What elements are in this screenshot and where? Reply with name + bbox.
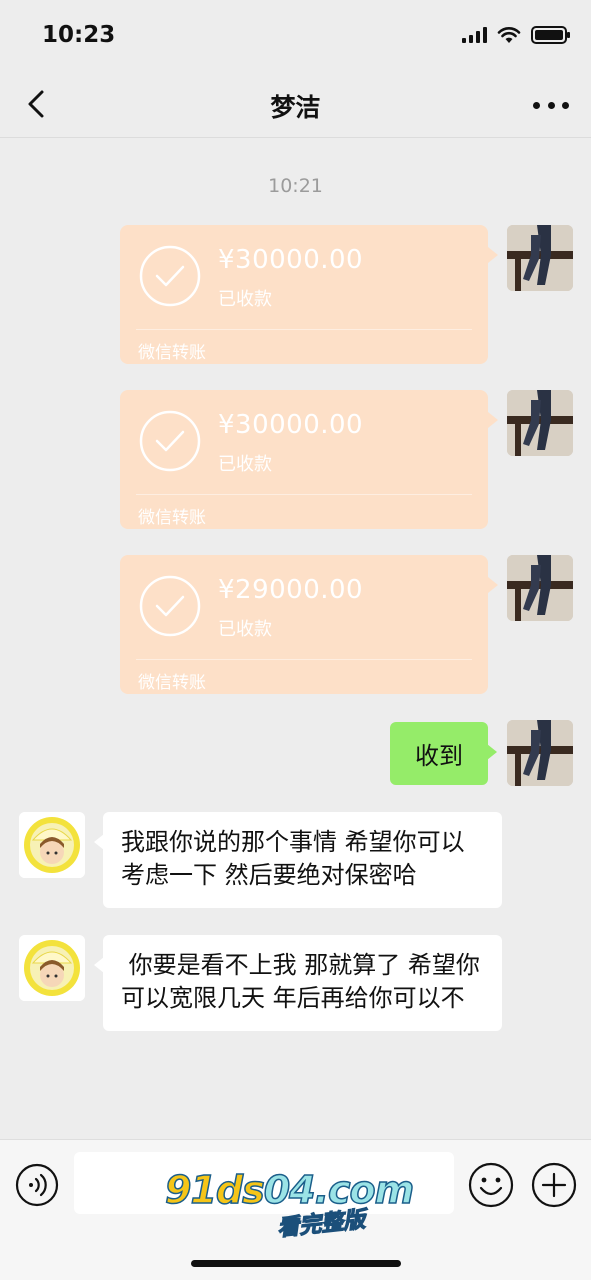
watermark-text: 91ds04.com [164, 1167, 415, 1213]
transfer-divider [136, 659, 472, 660]
more-options-button[interactable] [533, 90, 569, 120]
transfer-card[interactable]: ¥29000.00 已收款 微信转账 [120, 555, 498, 694]
more-dot [547, 101, 555, 109]
message-timestamp: 10:21 [268, 175, 323, 197]
status-time: 10:23 [42, 22, 116, 48]
chat-title: 梦洁 [270, 93, 321, 122]
contact-avatar[interactable] [19, 812, 85, 878]
more-dot [562, 101, 569, 109]
check-circle-icon [139, 410, 201, 472]
transfer-status: 已收款 [218, 619, 272, 640]
transfer-amount: ¥30000.00 [218, 245, 364, 275]
transfer-divider [136, 494, 472, 495]
emoji-icon[interactable] [468, 1162, 514, 1208]
watermark-logo: 91ds04.com 看完整版 [164, 1167, 415, 1248]
wifi-icon [497, 27, 521, 43]
cellular-signal-icon [462, 27, 487, 43]
watermark-prefix: 91ds [164, 1167, 265, 1213]
transfer-footer: 微信转账 [138, 673, 206, 693]
received-message-bubble[interactable]: 你要是看不上我 那就算了 希望你可以宽限几天 年后再给你可以不 [94, 935, 502, 1031]
status-icons [462, 26, 570, 44]
avatar-photo-icon [507, 390, 573, 456]
battery-icon [531, 26, 570, 44]
status-bar: 10:23 [0, 0, 591, 72]
transfer-divider [136, 329, 472, 330]
avatar-photo-icon [507, 225, 573, 291]
my-avatar[interactable] [507, 720, 573, 786]
check-circle-icon [139, 245, 201, 307]
voice-input-icon[interactable] [15, 1163, 59, 1207]
transfer-card[interactable]: ¥30000.00 已收款 微信转账 [120, 225, 498, 364]
cartoon-avatar-icon [19, 935, 85, 1001]
transfer-amount: ¥30000.00 [218, 410, 364, 440]
transfer-footer: 微信转账 [138, 343, 206, 363]
my-avatar[interactable] [507, 225, 573, 291]
transfer-amount: ¥29000.00 [218, 575, 364, 605]
plus-icon[interactable] [531, 1162, 577, 1208]
home-indicator [191, 1260, 401, 1267]
transfer-status: 已收款 [218, 454, 272, 475]
more-dot [533, 101, 540, 109]
nav-bar: 梦洁 [0, 72, 591, 138]
my-avatar[interactable] [507, 390, 573, 456]
received-message-bubble[interactable]: 我跟你说的那个事情 希望你可以考虑一下 然后要绝对保密哈 [94, 812, 502, 908]
avatar-photo-icon [507, 720, 573, 786]
check-circle-icon [139, 575, 201, 637]
transfer-status: 已收款 [218, 289, 272, 310]
transfer-card[interactable]: ¥30000.00 已收款 微信转账 [120, 390, 498, 529]
transfer-footer: 微信转账 [138, 508, 206, 528]
contact-avatar[interactable] [19, 935, 85, 1001]
sent-message-bubble[interactable]: 收到 [390, 722, 497, 785]
my-avatar[interactable] [507, 555, 573, 621]
cartoon-avatar-icon [19, 812, 85, 878]
avatar-photo-icon [507, 555, 573, 621]
